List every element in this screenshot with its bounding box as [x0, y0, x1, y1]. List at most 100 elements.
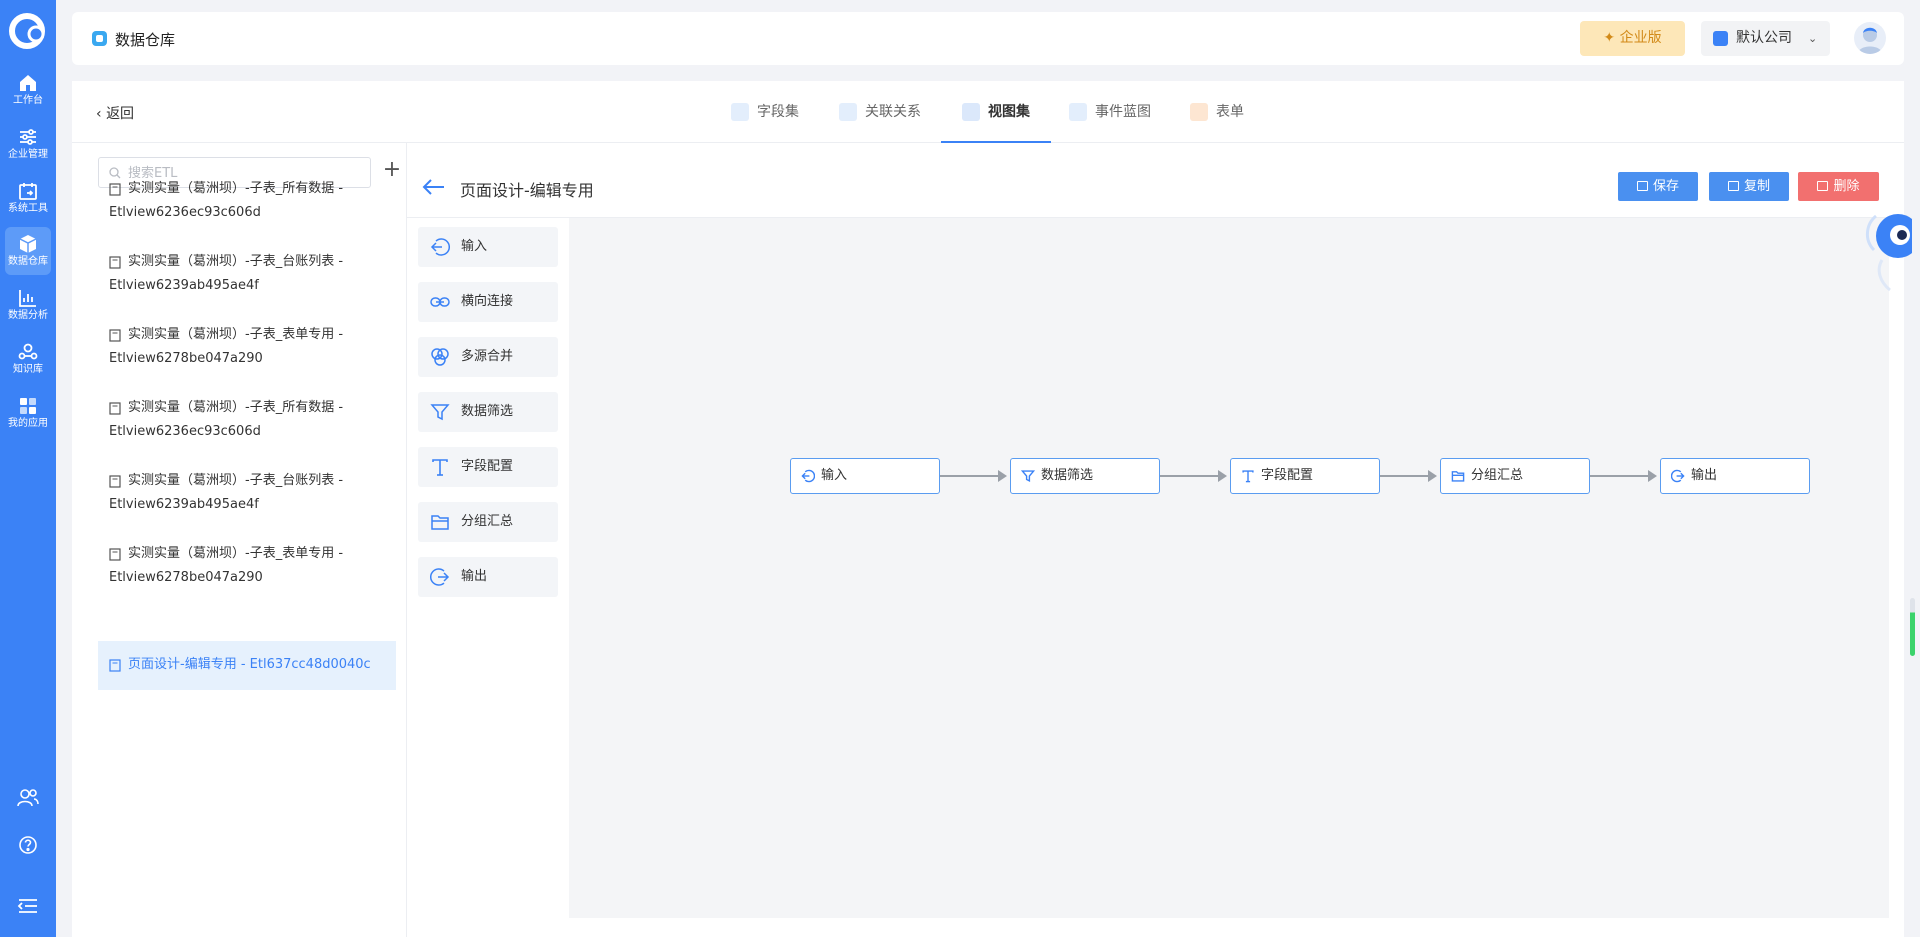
avatar[interactable] — [1854, 22, 1886, 54]
list-divider — [406, 143, 407, 937]
document-icon — [109, 183, 121, 196]
tab-label: 字段集 — [757, 104, 799, 120]
save-icon — [1636, 181, 1648, 191]
palette-label: 分组汇总 — [461, 514, 514, 529]
etl-item-name: 页面设计-编辑专用 - Etl637cc48d0040c — [128, 657, 371, 672]
company-selector[interactable]: 默认公司 ⌄ — [1701, 21, 1830, 56]
flow-edge — [1590, 470, 1657, 482]
flow-node-group-summary[interactable]: 分组汇总 — [1440, 458, 1590, 494]
rail-item-knowledge[interactable]: 知识库 — [5, 335, 51, 383]
enterprise-edition-label: 企业版 — [1619, 30, 1662, 46]
tab-field-set[interactable]: 字段集 — [731, 81, 801, 143]
form-icon — [1190, 103, 1208, 121]
list-item[interactable]: 实测实量（葛洲坝）-子表_所有数据 - Etlview6236ec93c606d — [98, 177, 396, 225]
save-button[interactable]: 保存 — [1618, 172, 1698, 201]
etl-item-name: 实测实量（葛洲坝）-子表_表单专用 - — [128, 546, 344, 561]
enterprise-edition-button[interactable]: ✦ 企业版 — [1580, 21, 1685, 56]
etl-item-id: Etlview6239ab495ae4f — [109, 278, 259, 293]
warehouse-app-icon — [92, 31, 107, 46]
rail-item-workbench[interactable]: 工作台 — [5, 66, 51, 114]
document-icon — [109, 402, 121, 415]
palette-item-output[interactable]: 输出 — [418, 557, 558, 597]
flow-node-output[interactable]: 输出 — [1660, 458, 1810, 494]
rail-item-label: 数据分析 — [8, 310, 48, 321]
relations-icon — [839, 103, 857, 121]
document-icon — [109, 475, 121, 488]
etl-item-name: 实测实量（葛洲坝）-子表_表单专用 - — [128, 327, 344, 342]
filter-icon — [1021, 470, 1035, 483]
etl-item-id: Etlview6236ec93c606d — [109, 424, 261, 439]
rail-item-enterprise[interactable]: 企业管理 — [5, 120, 51, 168]
etl-item-name: 实测实量（葛洲坝）-子表_台账列表 - — [128, 254, 344, 269]
home-icon — [20, 75, 36, 91]
palette-label: 横向连接 — [461, 294, 514, 309]
flow-edge — [1380, 470, 1437, 482]
assistant-robot-icon[interactable] — [1856, 210, 1912, 300]
etl-item-id: Etlview6278be047a290 — [109, 570, 263, 585]
copy-button[interactable]: 复制 — [1709, 172, 1789, 201]
flow-node-label: 数据筛选 — [1041, 468, 1094, 483]
sparkle-icon: ✦ — [1603, 30, 1616, 46]
palette-item-field-config[interactable]: 字段配置 — [418, 447, 558, 487]
tab-view-set[interactable]: 视图集 — [941, 81, 1051, 143]
palette-label: 输出 — [461, 569, 488, 584]
rail-item-data-analysis[interactable]: 数据分析 — [5, 281, 51, 329]
palette-item-input[interactable]: 输入 — [418, 227, 558, 267]
tab-event-blueprint[interactable]: 事件蓝图 — [1069, 81, 1153, 143]
rail-item-label: 工作台 — [13, 95, 43, 106]
rail-item-label: 系统工具 — [8, 203, 48, 214]
merge-icon — [431, 348, 449, 366]
top-bar: 数据仓库 ✦ 企业版 默认公司 ⌄ — [72, 12, 1904, 65]
etl-item-name: 实测实量（葛洲坝）-子表_所有数据 - — [128, 181, 344, 196]
folder-icon — [431, 515, 449, 530]
users-icon[interactable] — [14, 784, 42, 812]
scroll-indicator[interactable] — [1910, 598, 1915, 656]
rail-item-my-apps[interactable]: 我的应用 — [5, 389, 51, 437]
app-logo-icon[interactable] — [8, 12, 48, 50]
input-icon — [801, 469, 815, 483]
filter-icon — [430, 404, 450, 421]
main-panel: 字段集 关联关系 视图集 事件蓝图 表单 ‹ 返回 + 实测实量（葛洲坝）-子表… — [72, 81, 1904, 937]
palette-item-horizontal-join[interactable]: 横向连接 — [418, 282, 558, 322]
palette-label: 数据筛选 — [461, 404, 514, 419]
etl-item-id: Etlview6239ab495ae4f — [109, 497, 259, 512]
palette-item-multi-merge[interactable]: 多源合并 — [418, 337, 558, 377]
trash-icon — [1817, 181, 1829, 191]
list-item-selected[interactable]: 页面设计-编辑专用 - Etl637cc48d0040c — [98, 641, 396, 690]
rail-item-data-warehouse[interactable]: 数据仓库 — [5, 227, 51, 275]
rail-item-label: 知识库 — [13, 364, 43, 375]
copy-label: 复制 — [1743, 179, 1770, 194]
arrow-left-icon[interactable] — [422, 178, 446, 196]
collapse-menu-icon[interactable] — [14, 892, 42, 920]
delete-button[interactable]: 删除 — [1798, 172, 1879, 201]
delete-label: 删除 — [1833, 179, 1860, 194]
list-item[interactable]: 实测实量（葛洲坝）-子表_表单专用 - Etlview6278be047a290 — [98, 542, 396, 590]
back-link[interactable]: ‹ 返回 — [96, 103, 134, 123]
tab-relations[interactable]: 关联关系 — [839, 81, 923, 143]
flow-canvas[interactable]: 输入 数据筛选 字段配置 分组汇总 输出 — [569, 218, 1889, 918]
tab-label: 关联关系 — [865, 104, 921, 120]
tab-bar: 字段集 关联关系 视图集 事件蓝图 表单 — [72, 81, 1904, 143]
list-item[interactable]: 实测实量（葛洲坝）-子表_表单专用 - Etlview6278be047a290 — [98, 323, 396, 371]
list-item[interactable]: 实测实量（葛洲坝）-子表_台账列表 - Etlview6239ab495ae4f — [98, 469, 396, 517]
tools-icon — [19, 183, 37, 200]
chevron-left-icon: ‹ — [96, 106, 102, 122]
document-icon — [109, 329, 121, 342]
flow-node-label: 分组汇总 — [1471, 468, 1524, 483]
flow-node-field-config[interactable]: 字段配置 — [1230, 458, 1380, 494]
field-set-icon — [731, 103, 749, 121]
rail-item-system-tools[interactable]: 系统工具 — [5, 174, 51, 222]
apps-icon — [20, 398, 36, 414]
help-icon[interactable] — [14, 831, 42, 859]
flow-edge — [1160, 470, 1227, 482]
document-icon — [109, 256, 121, 269]
tab-form[interactable]: 表单 — [1190, 81, 1246, 143]
flow-node-filter[interactable]: 数据筛选 — [1010, 458, 1160, 494]
list-item[interactable]: 实测实量（葛洲坝）-子表_台账列表 - Etlview6239ab495ae4f — [98, 250, 396, 298]
list-item[interactable]: 实测实量（葛洲坝）-子表_所有数据 - Etlview6236ec93c606d — [98, 396, 396, 444]
sliders-icon — [20, 129, 36, 145]
flow-node-input[interactable]: 输入 — [790, 458, 940, 494]
tab-label: 视图集 — [988, 104, 1030, 120]
palette-item-group-summary[interactable]: 分组汇总 — [418, 502, 558, 542]
palette-item-filter[interactable]: 数据筛选 — [418, 392, 558, 432]
